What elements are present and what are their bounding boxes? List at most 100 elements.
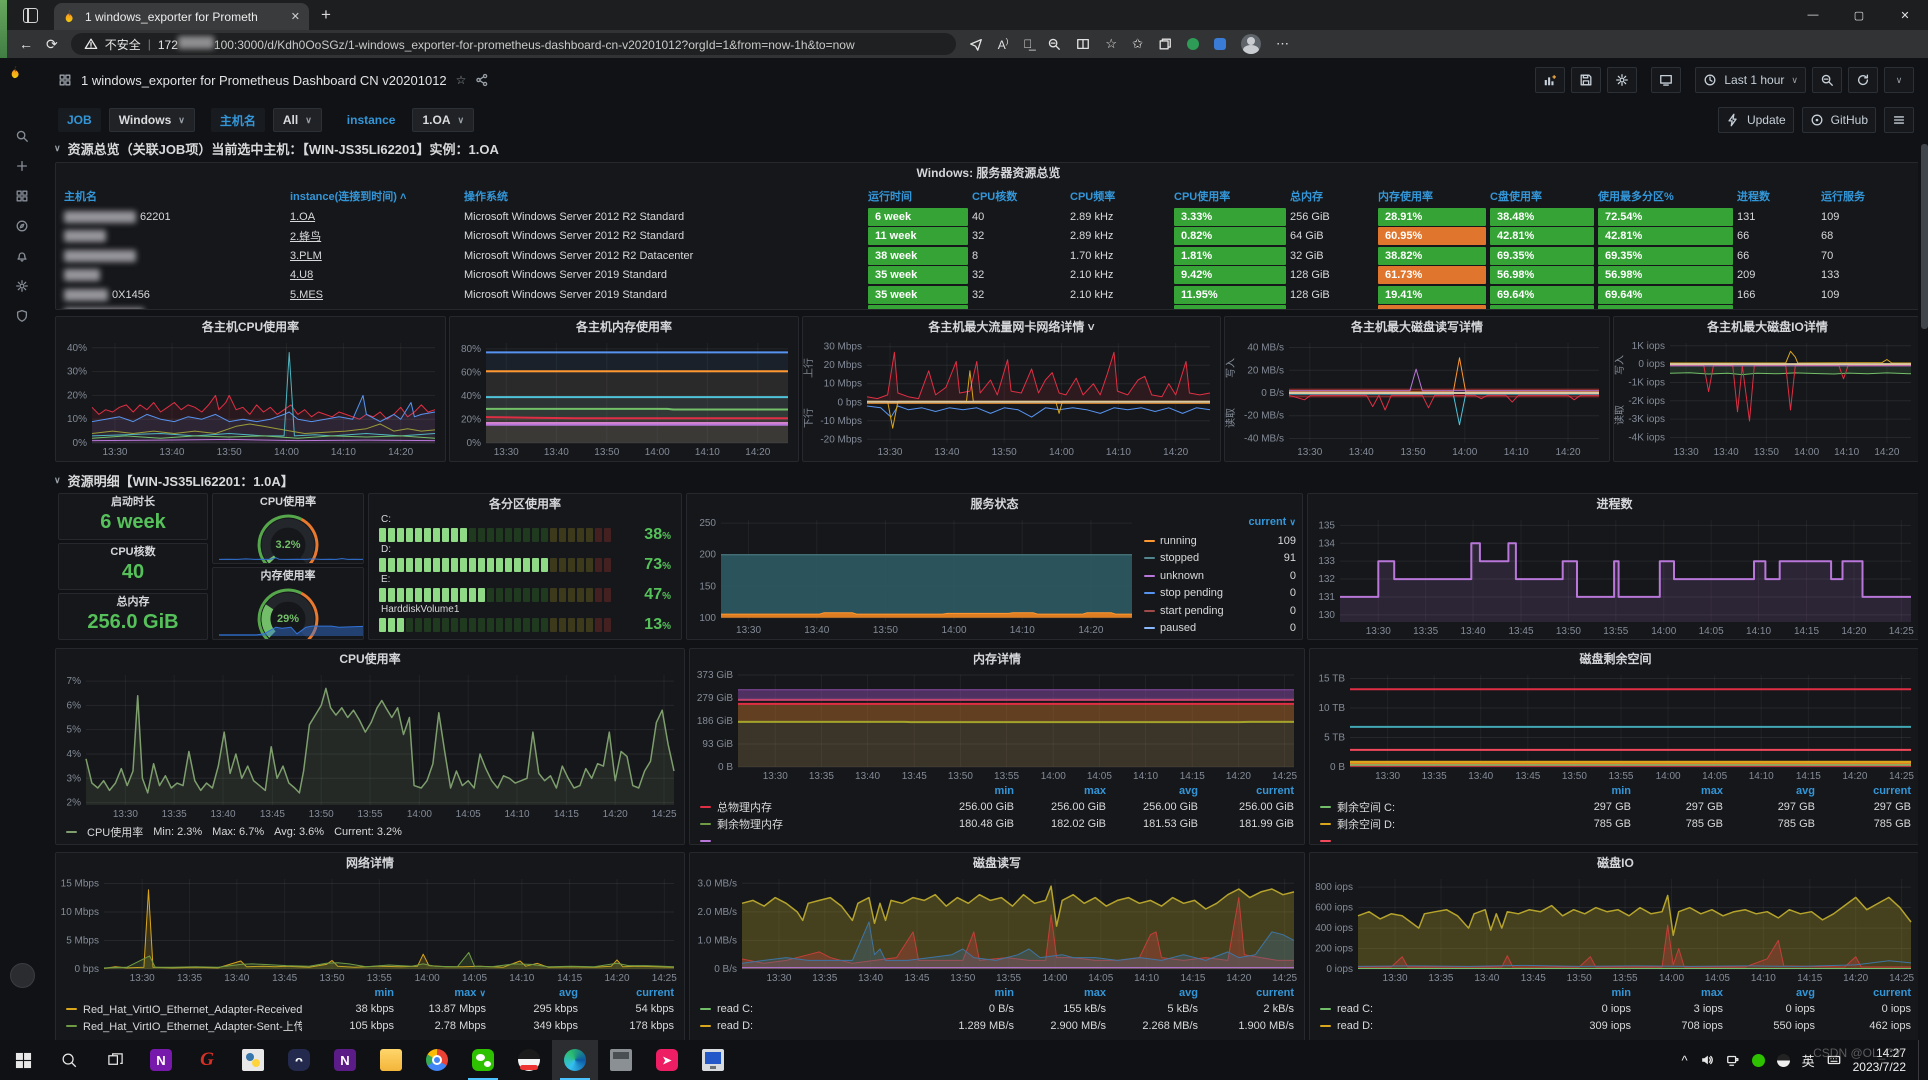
dashboard-settings-button[interactable] (1607, 67, 1637, 93)
processes-chart[interactable]: 13013113213313413513:3013:3513:4013:4513… (1308, 514, 1918, 638)
legend-header[interactable]: current (1815, 987, 1911, 999)
workspace-icon[interactable] (23, 8, 38, 23)
section-overview[interactable]: ∨资源总览（关联JOB项）当前选中主机：【WIN-JS35LI62201】实例：… (54, 138, 499, 158)
star-icon[interactable]: ☆ (456, 73, 467, 87)
instance-link[interactable]: 3.PLM (290, 250, 460, 262)
panel-title[interactable]: 磁盘读写 (690, 853, 1304, 873)
remote-desktop-icon[interactable] (690, 1040, 736, 1080)
browser-essentials-icon[interactable] (1214, 38, 1226, 50)
var-instance-value[interactable]: 1.OA∨ (412, 108, 474, 132)
taskbar-search-button[interactable] (46, 1040, 92, 1080)
wechat-tray-icon[interactable] (1752, 1054, 1765, 1067)
refresh-dashboard-button[interactable] (1848, 67, 1878, 93)
extension-icon[interactable] (1187, 38, 1199, 50)
search-icon[interactable] (0, 121, 44, 151)
legend-header[interactable]: min (922, 785, 1014, 797)
panel-title[interactable]: 服务状态 (687, 494, 1302, 514)
table-column-header[interactable]: C盘使用率 (1490, 188, 1594, 204)
table-column-header[interactable]: 使用最多分区% (1598, 188, 1733, 204)
create-plus-icon[interactable] (0, 151, 44, 181)
legend-header[interactable]: avg (1106, 785, 1198, 797)
cpu-detail-chart[interactable]: 2%3%4%5%6%7%13:3013:3513:4013:4513:5013:… (56, 669, 684, 821)
panel-title[interactable]: 各主机最大流量网卡网络详情 ˅ (803, 317, 1220, 337)
admin-shield-icon[interactable] (0, 301, 44, 331)
table-column-header[interactable]: 总内存 (1290, 188, 1374, 204)
legend-header[interactable]: avg (1723, 785, 1815, 797)
start-button[interactable] (0, 1040, 46, 1080)
qq-icon[interactable] (506, 1040, 552, 1080)
hosts-diskrw-chart[interactable]: -40 MB/s-20 MB/s0 B/s20 MB/s40 MB/s13:30… (1225, 337, 1609, 459)
table-column-header[interactable]: CPU使用率 (1174, 188, 1286, 204)
legend-header[interactable]: current (1815, 785, 1911, 797)
legend-header[interactable]: avg (486, 987, 578, 999)
table-column-header[interactable]: 进程数 (1737, 188, 1817, 204)
dashboards-icon[interactable] (0, 181, 44, 211)
panel-title[interactable]: 各主机最大磁盘IO详情 (1614, 317, 1918, 337)
kiosk-mode-button[interactable] (1651, 67, 1681, 93)
grafana-logo[interactable] (9, 65, 35, 91)
legend-header[interactable]: current (1198, 987, 1294, 999)
disk-io-chart[interactable]: 0 iops200 iops400 iops600 iops800 iops13… (1310, 873, 1918, 985)
instance-link[interactable]: 5.MES (290, 289, 460, 301)
panel-title[interactable]: 各主机内存使用率 (450, 317, 798, 337)
panel-title[interactable]: 磁盘IO (1310, 853, 1918, 873)
maximize-button[interactable]: ▢ (1836, 0, 1882, 30)
hosts-diskio-chart[interactable]: 1K iops0 iops-1K iops-2K iops-3K iops-4K… (1614, 337, 1918, 459)
add-panel-button[interactable] (1535, 67, 1565, 93)
legend-sort-header[interactable]: current ∨ (1144, 516, 1296, 532)
minimize-button[interactable]: — (1790, 0, 1836, 30)
new-tab-button[interactable]: + (321, 5, 331, 25)
legend-header[interactable]: min (1539, 785, 1631, 797)
hosts-mem-chart[interactable]: 0%20%40%60%80%13:3013:4013:5014:0014:101… (450, 337, 798, 459)
translate-icon[interactable]: あ̲ (1023, 37, 1032, 51)
tab-close-icon[interactable]: ✕ (291, 10, 300, 23)
instance-link[interactable]: 1.OA (290, 211, 460, 223)
page-scrollbar[interactable] (1921, 144, 1928, 329)
time-range-picker[interactable]: Last 1 hour∨ (1695, 67, 1806, 93)
net-detail-chart[interactable]: 0 bps5 Mbps10 Mbps15 Mbps13:3013:3513:40… (56, 873, 684, 985)
legend-header[interactable]: max (1631, 785, 1723, 797)
favorite-star-icon[interactable]: ☆ (1105, 36, 1117, 52)
refresh-interval-dropdown[interactable]: ∨ (1884, 67, 1914, 93)
table-column-header[interactable]: instance(连接到时间) ˄ (290, 188, 460, 204)
legend-header[interactable]: max ∨ (394, 987, 486, 999)
more-icon[interactable]: ⋯ (1276, 36, 1289, 52)
user-avatar[interactable] (10, 963, 35, 988)
var-host-value[interactable]: All∨ (273, 108, 322, 132)
refresh-icon[interactable]: ⟳ (46, 36, 58, 53)
hosts-cpu-chart[interactable]: 0%10%20%30%40%13:3013:4013:5014:0014:101… (56, 337, 445, 459)
panel-list-button[interactable] (1884, 107, 1914, 133)
table-column-header[interactable]: 主机名 (64, 188, 286, 204)
browser-tab[interactable]: 1 windows_exporter for Prometh ✕ (54, 3, 309, 30)
table-column-header[interactable]: 运行服务 (1821, 188, 1907, 204)
legend-header[interactable]: avg (1723, 987, 1815, 999)
wechat-icon[interactable] (460, 1040, 506, 1080)
instance-link[interactable]: 6. (290, 308, 460, 310)
share-icon[interactable] (475, 73, 489, 87)
panel-title[interactable]: 各分区使用率 (369, 494, 681, 514)
edge-icon[interactable] (552, 1040, 598, 1080)
panel-title[interactable]: 各主机CPU使用率 (56, 317, 445, 337)
network-icon[interactable] (1726, 1053, 1740, 1067)
legend-header[interactable]: min (302, 987, 394, 999)
volume-icon[interactable] (1700, 1053, 1714, 1067)
favorites-bar-icon[interactable]: ✩ (1132, 36, 1143, 52)
onenote-app-icon[interactable]: N (138, 1040, 184, 1080)
var-job-value[interactable]: Windows∨ (109, 108, 195, 132)
legend-header[interactable]: max (1631, 987, 1723, 999)
panel-title[interactable]: 网络详情 (56, 853, 684, 873)
dark-cat-app-icon[interactable]: ᴖ (276, 1040, 322, 1080)
show-desktop-button[interactable] (1918, 1040, 1924, 1080)
alerting-bell-icon[interactable] (0, 241, 44, 271)
security-label[interactable]: 不安全 (105, 36, 141, 53)
legend-header[interactable]: min (1539, 987, 1631, 999)
hosts-net-chart[interactable]: -20 Mbps-10 Mbps0 bps10 Mbps20 Mbps30 Mb… (803, 337, 1220, 459)
system-app-icon[interactable] (598, 1040, 644, 1080)
table-column-header[interactable]: CPU频率 (1070, 188, 1170, 204)
address-field[interactable]: 不安全 | 172100:3000/d/Kdh0OoSGz/1-windows_… (71, 33, 956, 55)
python-file-app-icon[interactable] (230, 1040, 276, 1080)
save-dashboard-button[interactable] (1571, 67, 1601, 93)
legend-header[interactable]: avg (1106, 987, 1198, 999)
panel-title[interactable]: 进程数 (1308, 494, 1918, 514)
profile-avatar[interactable] (1241, 34, 1261, 54)
